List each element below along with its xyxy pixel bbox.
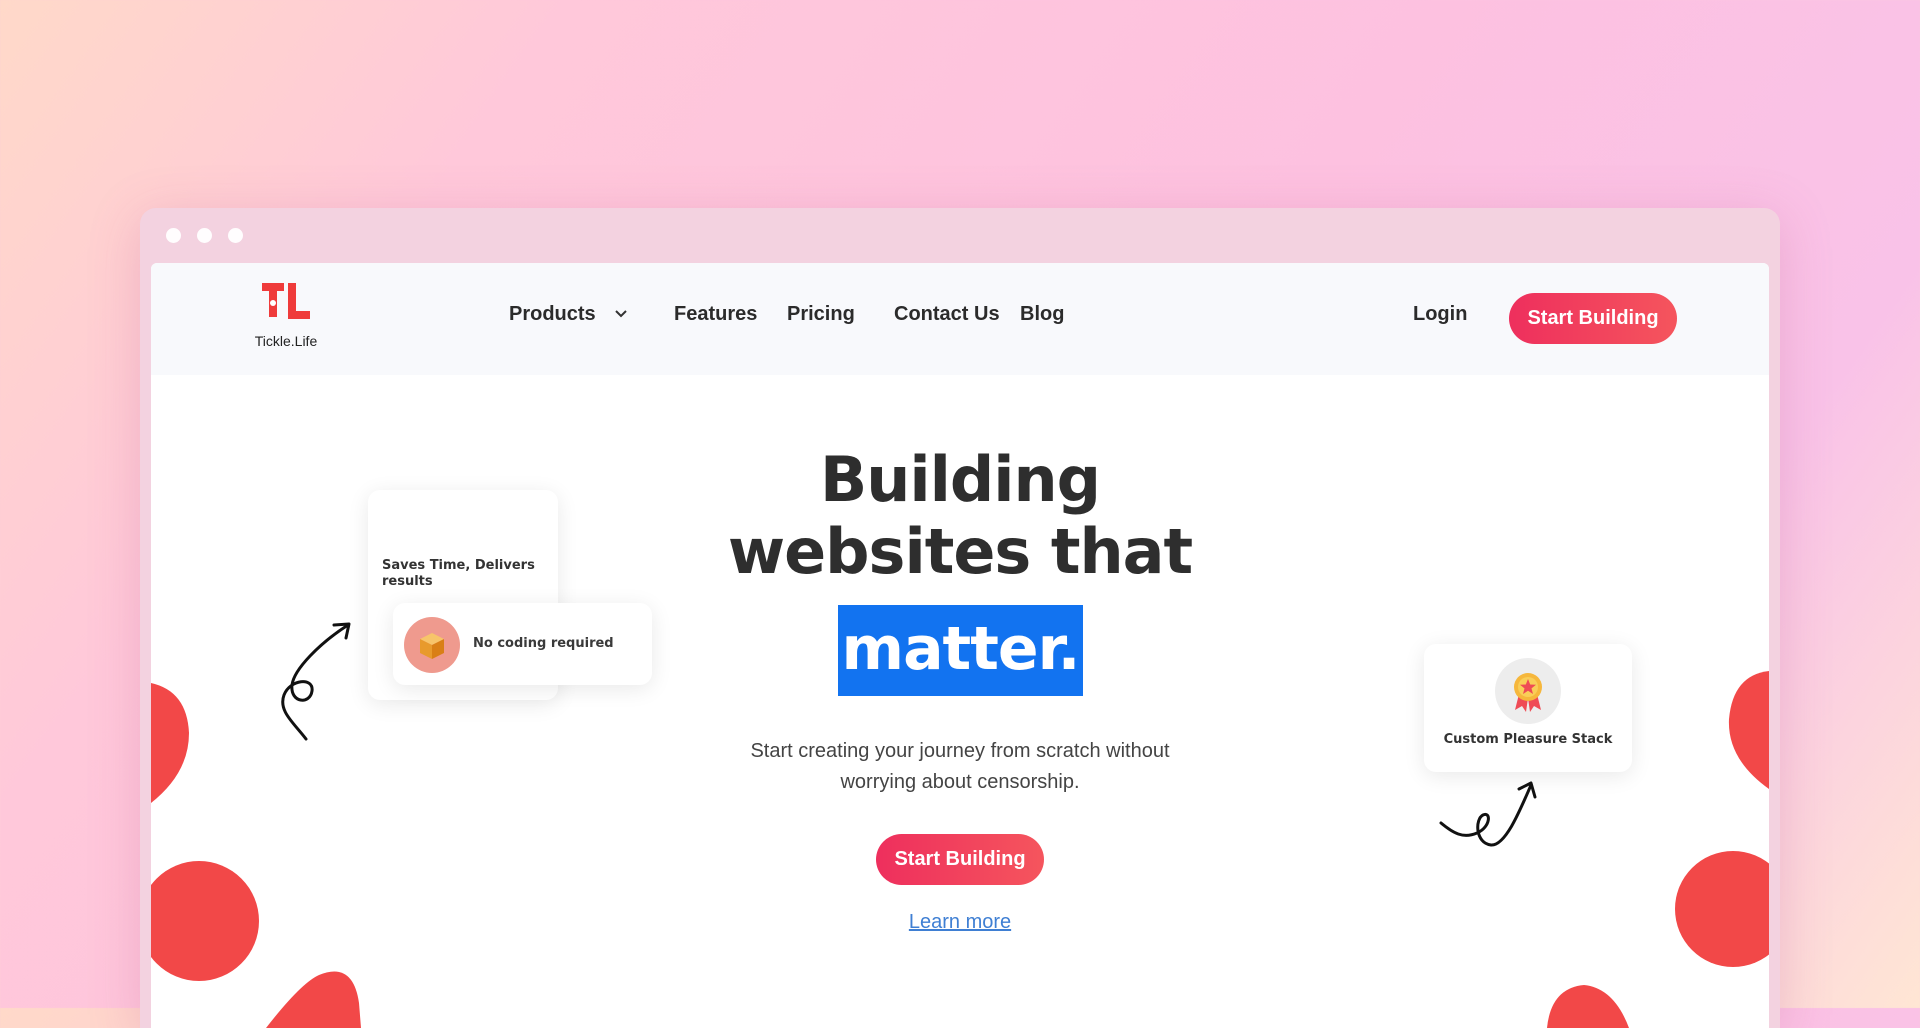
no-coding-text: No coding required (473, 636, 614, 651)
nav-products-label: Products (509, 303, 596, 325)
window-controls (166, 228, 243, 243)
nav-blog[interactable]: Blog (1020, 303, 1064, 326)
brand-logo[interactable]: Tickle.Life (251, 283, 321, 349)
squiggle-arrow-right-icon (1439, 781, 1537, 847)
window-dot-close[interactable] (166, 228, 181, 243)
nav-features[interactable]: Features (674, 303, 757, 326)
nav-pricing[interactable]: Pricing (787, 303, 855, 326)
nav-start-building-button[interactable]: Start Building (1509, 293, 1677, 344)
nav-contact-us[interactable]: Contact Us (894, 303, 1000, 326)
tickle-life-logo-icon (262, 283, 310, 319)
hero-subtitle: Start creating your journey from scratch… (750, 740, 1170, 793)
custom-pleasure-text: Custom Pleasure Stack (1443, 732, 1613, 747)
squiggle-arrow-left-icon (281, 622, 351, 741)
learn-more-link[interactable]: Learn more (860, 911, 1060, 934)
award-ribbon-icon (1495, 658, 1561, 724)
no-coding-card: No coding required (393, 603, 652, 685)
hero-title-line2: websites that (727, 515, 1193, 588)
hero-start-building-button[interactable]: Start Building (876, 834, 1044, 885)
hero-title-highlight: matter. (838, 605, 1083, 696)
window-dot-minimize[interactable] (197, 228, 212, 243)
hero-title-line1: Building (819, 443, 1101, 516)
browser-window: Tickle.Life Products Features Pricing Co… (140, 208, 1780, 1028)
top-navbar: Tickle.Life Products Features Pricing Co… (151, 263, 1769, 375)
web-page: Tickle.Life Products Features Pricing Co… (151, 263, 1769, 1028)
saves-time-text: Saves Time, Delivers results (382, 558, 535, 589)
box-icon (404, 617, 460, 673)
login-link[interactable]: Login (1413, 303, 1467, 326)
custom-pleasure-card: Custom Pleasure Stack (1424, 644, 1632, 772)
window-dot-maximize[interactable] (228, 228, 243, 243)
chevron-down-icon (615, 310, 627, 318)
brand-name: Tickle.Life (254, 333, 318, 349)
nav-products[interactable]: Products (509, 303, 627, 326)
